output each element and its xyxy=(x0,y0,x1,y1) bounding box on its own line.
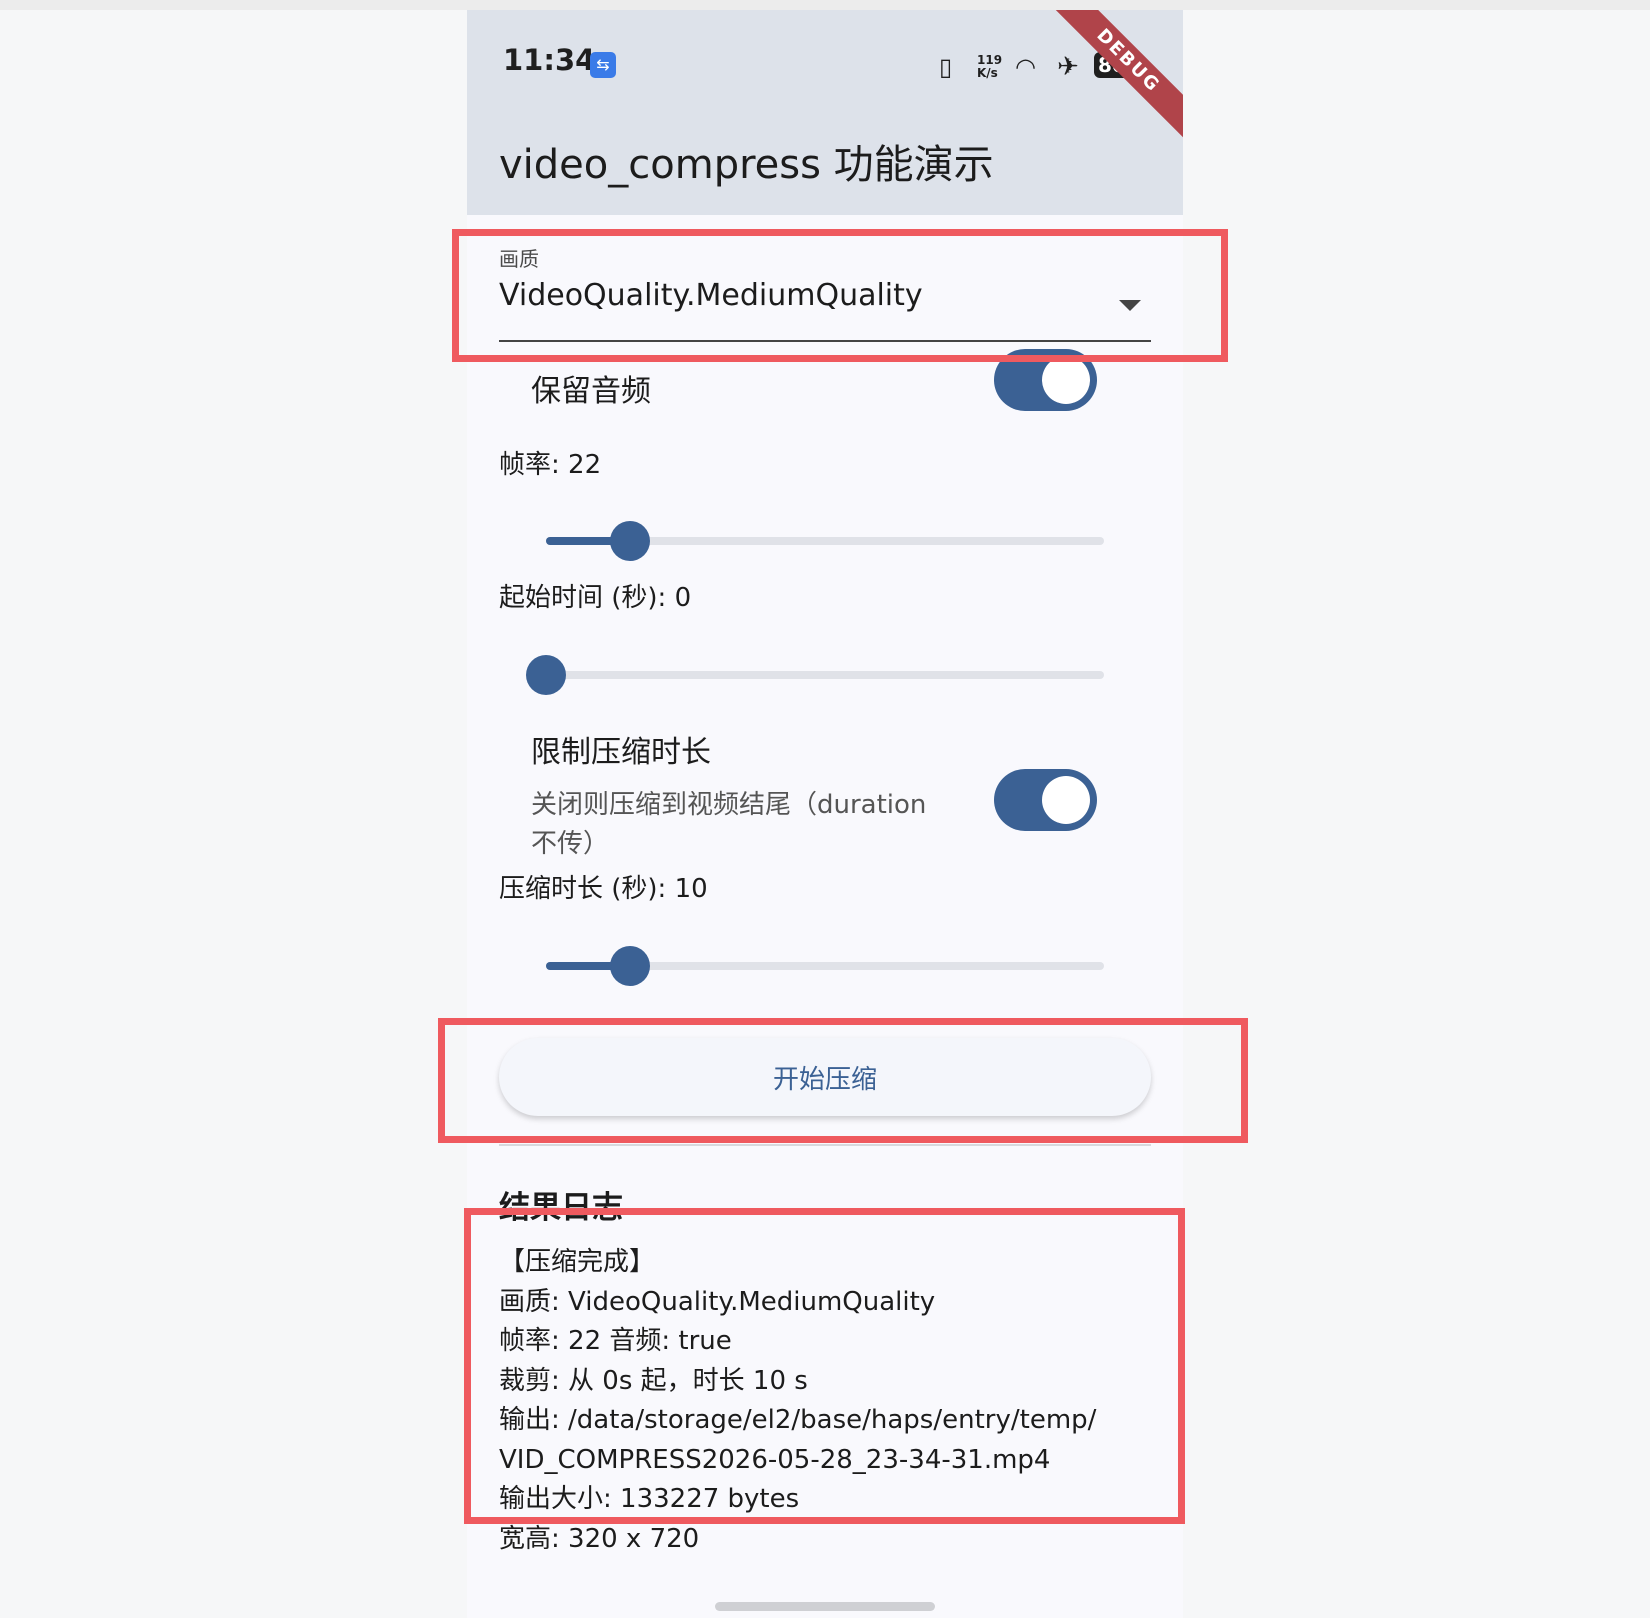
highlight-quality-box xyxy=(452,229,1228,362)
highlight-button-box xyxy=(438,1018,1248,1143)
page-title: video_compress 功能演示 xyxy=(499,142,994,188)
highlight-log-box xyxy=(464,1208,1185,1524)
airplane-icon: ✈ xyxy=(1057,52,1079,82)
start-time-label: 起始时间 (秒): 0 xyxy=(499,583,692,613)
network-speed: 119 K/s xyxy=(977,54,1002,88)
frame-rate-label: 帧率: 22 xyxy=(499,450,602,480)
network-speed-unit: K/s xyxy=(977,66,998,80)
limit-duration-subtitle: 关闭则压缩到视频结尾（duration 不传） xyxy=(531,786,926,864)
vibrate-icon: ▯ xyxy=(939,53,953,81)
keep-audio-label: 保留音频 xyxy=(531,374,651,409)
start-time-slider[interactable] xyxy=(526,655,1104,695)
network-speed-value: 119 xyxy=(977,53,1003,67)
slider-thumb[interactable] xyxy=(609,946,650,986)
status-time: 11:34 xyxy=(503,43,596,77)
limit-duration-switch[interactable] xyxy=(994,769,1097,831)
log-line: 宽高: 320 x 720 xyxy=(499,1523,700,1554)
slider-thumb[interactable] xyxy=(526,655,566,695)
switch-knob xyxy=(1042,356,1090,404)
switch-knob xyxy=(1042,776,1090,824)
duration-label: 压缩时长 (秒): 10 xyxy=(499,874,708,904)
limit-duration-label: 限制压缩时长 xyxy=(531,735,711,770)
wifi-icon: ◠ xyxy=(1015,53,1036,81)
limit-duration-subtitle-line2: 不传） xyxy=(531,829,610,859)
frame-rate-slider[interactable] xyxy=(546,521,1104,561)
window-top-strip xyxy=(0,0,1650,10)
limit-duration-subtitle-line1: 关闭则压缩到视频结尾（duration xyxy=(531,790,927,820)
app-bar: 11:34 ⇆ ▯ 119 K/s ◠ ✈ 80 DEBUG video_com… xyxy=(467,10,1183,215)
divider xyxy=(499,1144,1151,1146)
usb-icon: ⇆ xyxy=(590,52,616,78)
home-indicator[interactable] xyxy=(715,1602,935,1611)
duration-slider[interactable] xyxy=(546,946,1104,986)
slider-thumb[interactable] xyxy=(609,521,650,561)
